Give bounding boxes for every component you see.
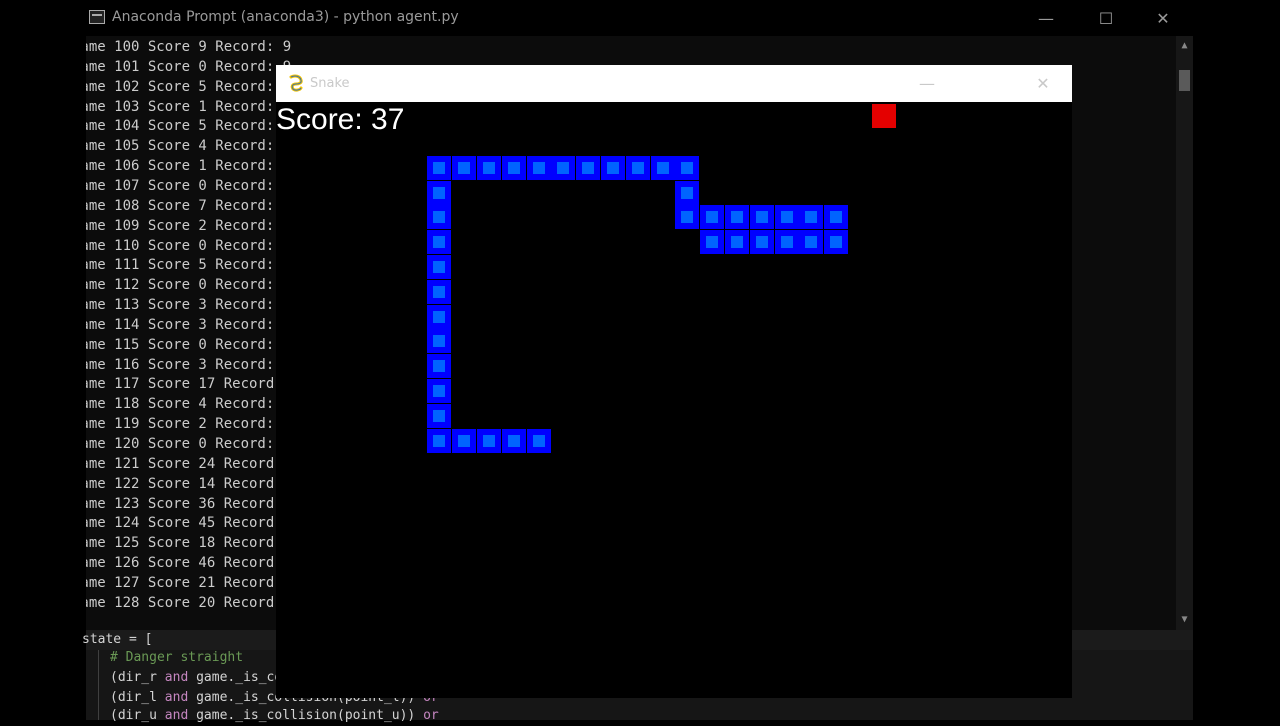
terminal-line: Game 108 Score 7 Record: 9 — [86, 197, 292, 214]
terminal-line: Game 102 Score 5 Record: 9 — [86, 78, 292, 95]
terminal-line: Game 122 Score 14 Record: 24 — [86, 475, 309, 492]
snake-segment — [601, 155, 625, 180]
terminal-line: Game 121 Score 24 Record: 24 — [86, 455, 309, 472]
terminal-line: Game 126 Score 46 Record: 46 — [86, 555, 309, 572]
code-line: # Danger straight — [110, 650, 244, 665]
snake-segment — [824, 205, 849, 230]
score-label: Score: 37 — [276, 103, 405, 136]
terminal-line: Game 120 Score 0 Record: 17 — [86, 436, 300, 452]
snake-segment — [625, 155, 650, 180]
snake-segment — [774, 205, 799, 230]
snake-segment — [749, 230, 774, 255]
snake-segment — [427, 354, 452, 379]
terminal-scrollbar[interactable]: ▲ ▼ — [1176, 36, 1193, 630]
code-line: (dir_u and game._is_collision(point_u)) … — [110, 708, 439, 723]
snake-segment — [427, 155, 452, 180]
terminal-app-icon — [89, 10, 105, 24]
terminal-line: Game 127 Score 21 Record: 46 — [86, 574, 309, 591]
snake-minimize-button[interactable]: — — [904, 65, 950, 102]
snake-segment — [427, 379, 452, 403]
snake-segment — [650, 155, 675, 180]
snake-segment — [576, 155, 601, 180]
terminal-line: Game 112 Score 0 Record: 9 — [86, 277, 292, 294]
snake-segment — [427, 180, 452, 205]
snake-window: Snake — ✕ Score: 37 — [276, 65, 1072, 698]
scrollbar-thumb[interactable] — [1179, 70, 1190, 91]
snake-segment — [427, 279, 452, 304]
snake-segment — [700, 230, 725, 255]
terminal-line: Game 123 Score 36 Record: 36 — [86, 495, 309, 512]
terminal-line: Game 115 Score 0 Record: 9 — [86, 336, 292, 353]
indent-guide — [98, 650, 99, 720]
terminal-line: Game 110 Score 0 Record: 9 — [86, 237, 292, 254]
snake-segment — [427, 205, 452, 230]
terminal-title: Anaconda Prompt (anaconda3) - python age… — [112, 9, 459, 25]
terminal-line: Game 113 Score 3 Record: 9 — [86, 297, 292, 314]
snake-segment — [501, 155, 526, 180]
terminal-line: Game 125 Score 18 Record: 45 — [86, 535, 309, 552]
snake-segment — [774, 230, 799, 255]
snake-segment — [675, 155, 700, 180]
terminal-maximize-button[interactable]: ☐ — [1076, 0, 1136, 36]
snake-segment — [427, 428, 452, 453]
terminal-line: Game 109 Score 2 Record: 9 — [86, 217, 292, 234]
terminal-line: Game 118 Score 4 Record: 17 — [86, 396, 300, 413]
terminal-line: Game 107 Score 0 Record: 9 — [86, 177, 292, 194]
snake-segment — [799, 205, 824, 230]
snake-titlebar[interactable]: Snake — ✕ — [276, 65, 1072, 102]
terminal-line: Game 114 Score 3 Record: 9 — [86, 316, 292, 333]
terminal-line: Game 128 Score 20 Record: 46 — [86, 594, 309, 611]
snake-segment — [477, 155, 501, 180]
snake-segment — [427, 329, 452, 354]
snake-segment — [427, 403, 452, 428]
snake-segment — [551, 155, 576, 180]
snake-segment — [501, 428, 526, 453]
scroll-up-icon[interactable]: ▲ — [1176, 38, 1193, 54]
scroll-down-icon[interactable]: ▼ — [1176, 612, 1193, 628]
snake-segment — [749, 205, 774, 230]
terminal-close-button[interactable]: ✕ — [1133, 0, 1193, 36]
snake-close-button[interactable]: ✕ — [1020, 65, 1066, 102]
snake-window-title: Snake — [310, 76, 350, 91]
game-board[interactable]: Score: 37 — [276, 102, 1072, 698]
snake-segment — [427, 230, 452, 255]
snake-segment — [477, 428, 501, 453]
terminal-titlebar[interactable]: Anaconda Prompt (anaconda3) - python age… — [86, 0, 1193, 36]
terminal-line: Game 105 Score 4 Record: 9 — [86, 138, 292, 155]
snake-segment — [526, 155, 551, 180]
terminal-line: Game 106 Score 1 Record: 9 — [86, 158, 292, 175]
snake-segment — [526, 428, 551, 453]
terminal-minimize-button[interactable]: — — [1016, 0, 1076, 36]
terminal-line: Game 103 Score 1 Record: 9 — [86, 98, 292, 115]
pygame-snake-icon — [289, 74, 303, 92]
terminal-line: Game 104 Score 5 Record: 9 — [86, 118, 292, 135]
snake-segment — [725, 230, 749, 255]
food-block — [871, 104, 896, 128]
terminal-line: Game 116 Score 3 Record: 9 — [86, 356, 292, 373]
terminal-line: Game 119 Score 2 Record: 17 — [86, 416, 300, 433]
terminal-line: Game 117 Score 17 Record: 17 — [86, 376, 309, 393]
terminal-line: Game 100 Score 9 Record: 9 — [86, 39, 292, 55]
snake-segment — [427, 304, 452, 329]
snake-segment — [675, 180, 700, 205]
terminal-line: Game 101 Score 0 Record: 9 — [86, 58, 292, 75]
snake-segment — [452, 155, 477, 180]
snake-segment — [700, 205, 725, 230]
snake-segment — [452, 428, 477, 453]
snake-segment — [427, 255, 452, 279]
snake-segment — [824, 230, 849, 255]
snake-segment — [799, 230, 824, 255]
code-line: state = [ — [82, 632, 153, 647]
snake-segment — [675, 205, 700, 230]
terminal-line: Game 111 Score 5 Record: 9 — [86, 257, 292, 274]
snake-segment — [725, 205, 749, 230]
terminal-line: Game 124 Score 45 Record: 45 — [86, 515, 309, 532]
